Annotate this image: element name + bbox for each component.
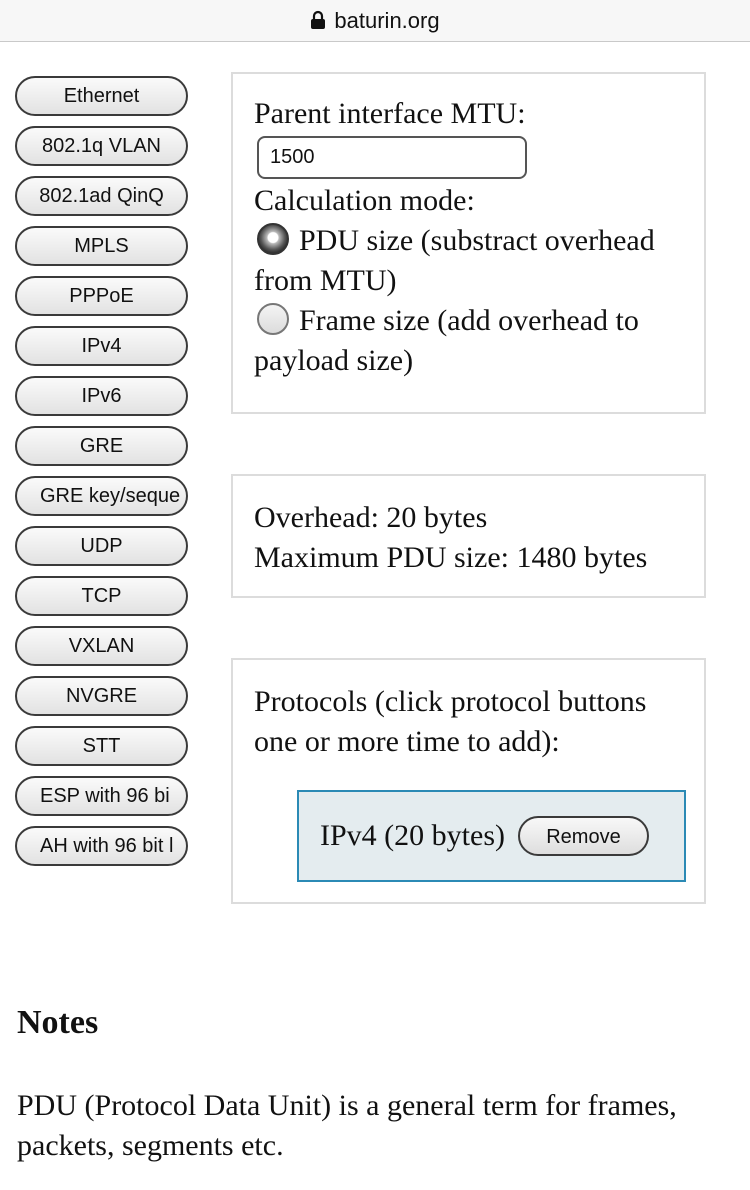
notes-heading: Notes xyxy=(17,1004,99,1041)
calculation-mode-label: Calculation mode: xyxy=(254,184,475,217)
notes-text: PDU (Protocol Data Unit) is a general te… xyxy=(17,1089,677,1162)
protocol-button-ipv6[interactable]: IPv6 xyxy=(15,376,188,416)
protocols-panel: Protocols (click protocol buttons one or… xyxy=(231,658,706,904)
mode-option-pdu[interactable]: PDU size (substract overhead from MTU) xyxy=(254,221,704,301)
settings-panel: Parent interface MTU: Calculation mode: … xyxy=(231,72,706,414)
mtu-label: Parent interface MTU: xyxy=(254,97,526,130)
mtu-input[interactable] xyxy=(257,136,527,179)
protocol-button-vlan[interactable]: 802.1q VLAN xyxy=(15,126,188,166)
url-text: baturin.org xyxy=(334,7,440,33)
protocol-button-esp[interactable]: ESP with 96 bi xyxy=(15,776,188,816)
mode-option-frame-label: Frame size (add overhead to payload size… xyxy=(254,304,639,377)
address-bar[interactable]: baturin.org xyxy=(0,0,750,42)
lock-icon xyxy=(310,10,326,30)
protocol-button-tcp[interactable]: TCP xyxy=(15,576,188,616)
radio-frame-size[interactable] xyxy=(257,303,289,335)
result-panel: Overhead: 20 bytes Maximum PDU size: 148… xyxy=(231,474,706,598)
protocol-button-ah[interactable]: AH with 96 bit l xyxy=(15,826,188,866)
protocol-button-list: Ethernet 802.1q VLAN 802.1ad QinQ MPLS P… xyxy=(15,76,189,876)
protocol-button-ipv4[interactable]: IPv4 xyxy=(15,326,188,366)
protocol-button-gre-key[interactable]: GRE key/seque xyxy=(15,476,188,516)
radio-pdu-size[interactable] xyxy=(257,223,289,255)
protocol-button-ethernet[interactable]: Ethernet xyxy=(15,76,188,116)
protocol-button-pppoe[interactable]: PPPoE xyxy=(15,276,188,316)
mode-option-pdu-label: PDU size (substract overhead from MTU) xyxy=(254,224,655,297)
protocol-button-qinq[interactable]: 802.1ad QinQ xyxy=(15,176,188,216)
protocol-button-nvgre[interactable]: NVGRE xyxy=(15,676,188,716)
protocol-button-udp[interactable]: UDP xyxy=(15,526,188,566)
protocol-button-gre[interactable]: GRE xyxy=(15,426,188,466)
protocol-button-vxlan[interactable]: VXLAN xyxy=(15,626,188,666)
protocols-heading: Protocols (click protocol buttons one or… xyxy=(254,685,647,758)
protocol-button-stt[interactable]: STT xyxy=(15,726,188,766)
added-protocol-label: IPv4 (20 bytes) xyxy=(320,819,505,852)
remove-button[interactable]: Remove xyxy=(517,816,649,856)
max-pdu-text: Maximum PDU size: 1480 bytes xyxy=(254,541,648,574)
protocol-button-mpls[interactable]: MPLS xyxy=(15,226,188,266)
added-protocol-item: IPv4 (20 bytes) Remove xyxy=(297,790,686,882)
overhead-text: Overhead: 20 bytes xyxy=(254,501,488,534)
mode-option-frame[interactable]: Frame size (add overhead to payload size… xyxy=(254,301,704,381)
